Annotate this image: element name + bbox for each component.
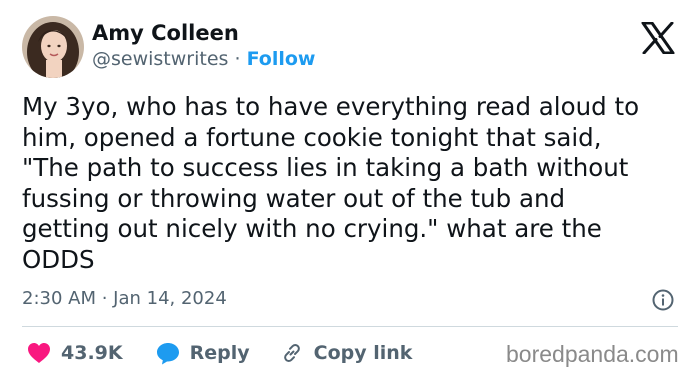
like-count: 43.9K	[61, 342, 123, 364]
info-icon[interactable]	[652, 289, 674, 311]
copy-link-button[interactable]: Copy link	[280, 341, 413, 365]
tweet-line: ODDS	[22, 244, 95, 274]
tweet-line: My 3yo, who has to have everything read …	[22, 92, 640, 121]
reply-button[interactable]: Reply	[156, 342, 250, 365]
tweet-line: "The path to success lies in taking a ba…	[22, 153, 629, 182]
tweet-line: him, opened a fortune cookie tonight tha…	[22, 122, 602, 152]
author-handle[interactable]: @sewistwrites	[92, 48, 228, 70]
handle-separator: ·	[234, 48, 241, 70]
tweet-timestamp[interactable]: 2:30 AM · Jan 14, 2024	[22, 288, 227, 309]
watermark: boredpanda.com	[506, 341, 679, 367]
reply-bubble-icon	[156, 342, 179, 364]
tweet-line: getting out nicely with no crying." what…	[22, 214, 602, 243]
avatar-image	[22, 16, 84, 78]
copy-link-label: Copy link	[313, 342, 413, 364]
like-button[interactable]: 43.9K	[27, 342, 123, 364]
divider	[22, 326, 678, 327]
tweet-text: My 3yo, who has to have everything read …	[22, 92, 682, 275]
follow-button[interactable]: Follow	[247, 48, 316, 70]
reply-label: Reply	[189, 342, 250, 364]
action-bar: 43.9K Reply Copy link	[22, 339, 412, 367]
heart-icon	[28, 343, 50, 363]
author-name[interactable]: Amy Colleen	[92, 21, 239, 45]
x-logo-icon[interactable]	[641, 22, 675, 54]
tweet-line: fussing or throwing water out of the tub…	[22, 183, 566, 213]
avatar[interactable]	[22, 16, 84, 78]
author-handle-row: @sewistwrites · Follow	[92, 48, 315, 70]
link-icon	[283, 344, 300, 362]
